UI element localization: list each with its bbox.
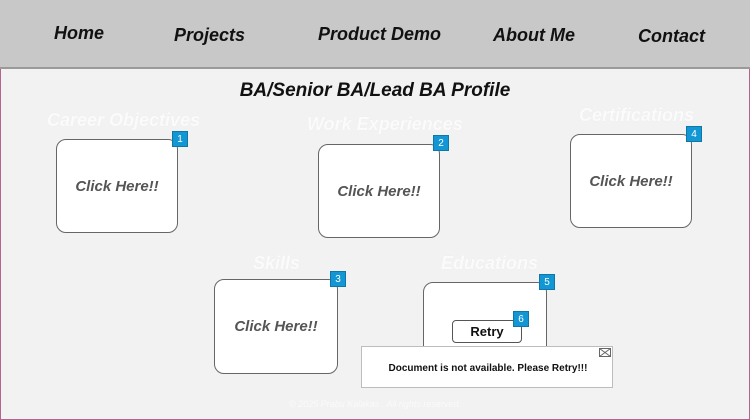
error-dialog: Document is not available. Please Retry!…: [361, 346, 613, 388]
nav-product-demo[interactable]: Product Demo: [318, 24, 441, 45]
card-link-text: Click Here!!: [589, 172, 673, 190]
callout-badge-2: 2: [433, 135, 449, 151]
career-objectives-card[interactable]: Click Here!!: [56, 139, 178, 233]
section-label-educations: Educations: [441, 253, 539, 273]
card-link-text: Click Here!!: [337, 182, 421, 200]
callout-badge-3: 3: [330, 271, 346, 287]
top-nav: Home Projects Product Demo About Me Cont…: [0, 0, 750, 69]
section-label-career-objectives: Career Objectives: [47, 110, 201, 130]
dialog-message: Document is not available. Please Retry!…: [388, 363, 588, 374]
card-link-text: Click Here!!: [234, 318, 318, 335]
card-link-text: Click Here!!: [75, 177, 159, 195]
nav-home[interactable]: Home: [54, 23, 104, 44]
callout-badge-1: 1: [172, 131, 188, 147]
close-icon[interactable]: [599, 348, 611, 357]
callout-badge-6: 6: [513, 311, 529, 327]
callout-badge-5: 5: [539, 274, 555, 290]
section-label-certifications: Certifications: [579, 105, 695, 125]
retry-button[interactable]: Retry: [452, 320, 522, 343]
section-label-work-experiences: Work Experiences: [307, 114, 463, 134]
nav-about-me[interactable]: About Me: [493, 25, 575, 46]
page-title: BA/Senior BA/Lead BA Profile: [239, 80, 511, 101]
nav-projects[interactable]: Projects: [174, 25, 245, 46]
work-experiences-card[interactable]: Click Here!!: [318, 144, 440, 238]
nav-contact[interactable]: Contact: [638, 26, 705, 47]
callout-badge-4: 4: [686, 126, 702, 142]
certifications-card[interactable]: Click Here!!: [570, 134, 692, 228]
skills-card[interactable]: Click Here!!: [214, 279, 338, 374]
section-label-skills: Skills: [253, 253, 301, 273]
footer-copyright: © 2025 Prabu Kalakas . All rights reserv…: [289, 399, 461, 409]
